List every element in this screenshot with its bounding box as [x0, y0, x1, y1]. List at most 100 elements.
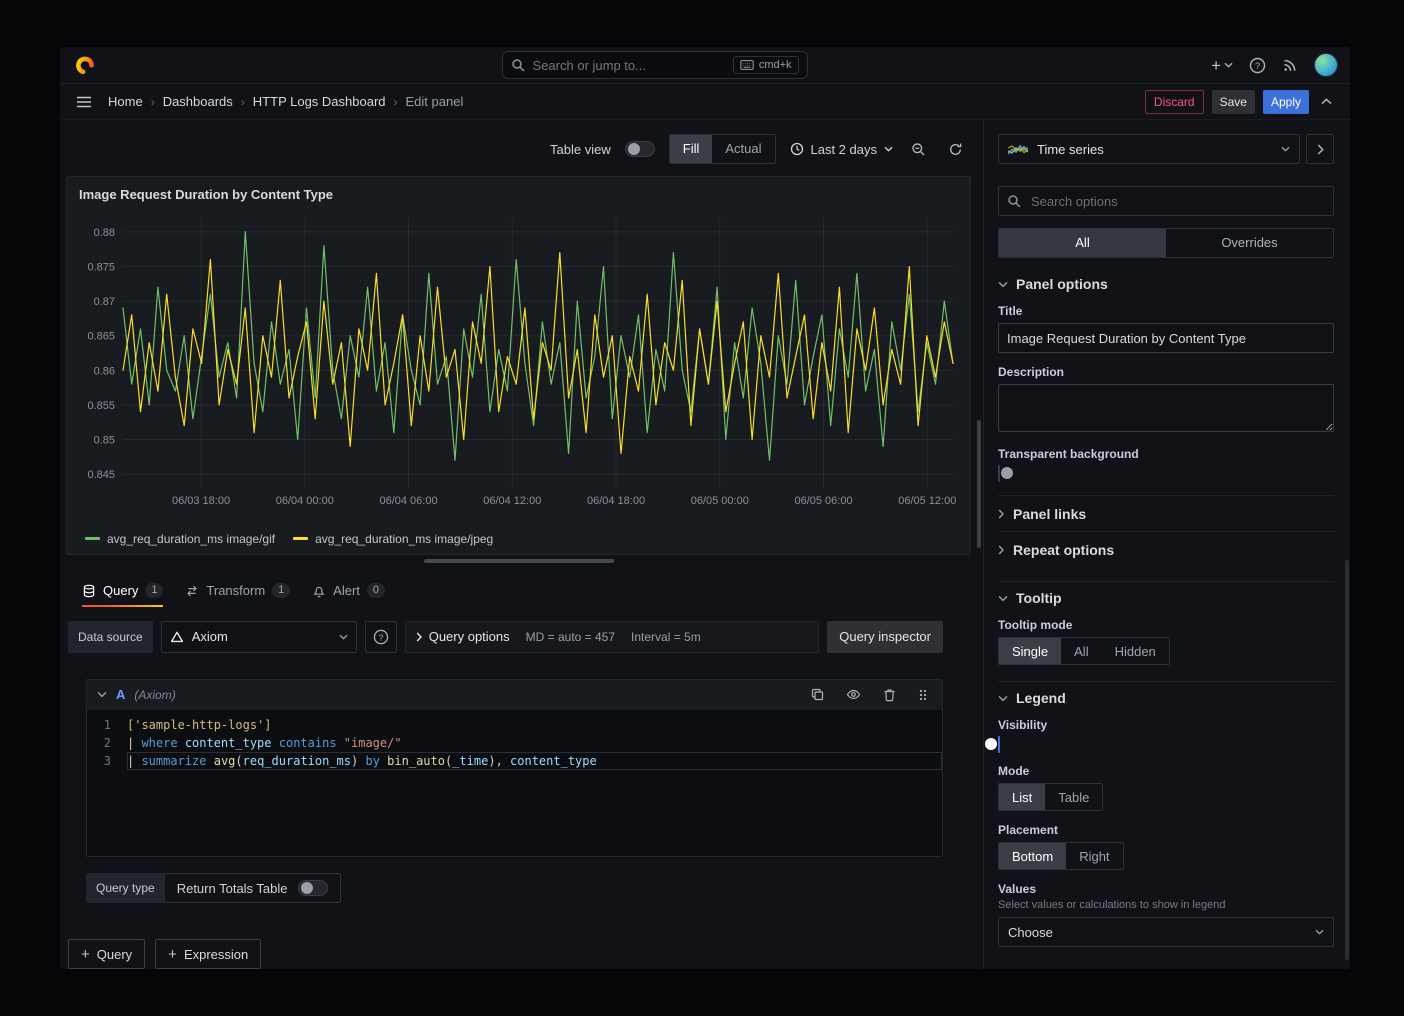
transparent-background-toggle[interactable]: [998, 465, 1000, 482]
panel-options-header[interactable]: Panel options: [998, 276, 1334, 292]
breadcrumb-dashboards[interactable]: Dashboards: [163, 94, 233, 109]
panel-title-input[interactable]: [998, 323, 1334, 353]
options-pane: Time series All Overrides Pa: [983, 120, 1350, 969]
delete-query-button[interactable]: [879, 684, 900, 706]
refresh-icon: [948, 142, 963, 157]
query-code-editor[interactable]: 1['sample-http-logs']2| where content_ty…: [87, 710, 942, 857]
grafana-window: Search or jump to... cmd+k + ?: [60, 47, 1350, 969]
chevron-right-icon: [998, 509, 1004, 519]
tab-transform[interactable]: Transform 1: [185, 575, 290, 607]
refresh-button[interactable]: [944, 138, 967, 161]
menu-button[interactable]: [74, 93, 94, 111]
legend-mode-list[interactable]: List: [999, 784, 1045, 810]
legend-item[interactable]: avg_req_duration_ms image/jpeg: [293, 532, 493, 546]
transform-icon: [185, 584, 199, 598]
new-button[interactable]: +: [1211, 57, 1233, 74]
tab-overrides[interactable]: Overrides: [1166, 229, 1333, 257]
totals-toggle-label: Return Totals Table: [177, 881, 288, 896]
legend-section-header[interactable]: Legend: [998, 690, 1334, 706]
datasource-help-button[interactable]: ?: [365, 621, 397, 653]
tab-all[interactable]: All: [999, 229, 1166, 257]
code-line: 2| where content_type contains "image/": [87, 734, 942, 752]
values-label: Values: [998, 882, 1334, 896]
breadcrumb-home[interactable]: Home: [108, 94, 143, 109]
svg-text:?: ?: [1255, 61, 1260, 71]
datasource-name: Axiom: [192, 629, 331, 644]
drag-query-handle[interactable]: [914, 684, 932, 706]
collapse-options-button[interactable]: [1306, 134, 1334, 164]
visualization-name: Time series: [1037, 142, 1272, 157]
search-icon: [511, 58, 525, 72]
svg-text:0.86: 0.86: [94, 365, 115, 377]
chevron-right-icon: [998, 545, 1004, 555]
legend-item[interactable]: avg_req_duration_ms image/gif: [85, 532, 275, 546]
table-view-toggle[interactable]: [625, 141, 655, 157]
discard-button[interactable]: Discard: [1145, 90, 1204, 114]
tab-alert-label: Alert: [333, 583, 360, 598]
help-button[interactable]: ?: [1249, 57, 1266, 74]
vertical-scrollbar-thumb[interactable]: [977, 420, 981, 548]
breadcrumb-dashboard-name[interactable]: HTTP Logs Dashboard: [253, 94, 386, 109]
plus-icon: +: [168, 947, 177, 962]
chevron-down-icon: [998, 281, 1008, 288]
tab-alert[interactable]: Alert 0: [312, 575, 385, 607]
hamburger-icon: [76, 95, 92, 109]
description-field[interactable]: [998, 384, 1334, 432]
grip-icon: [918, 688, 928, 702]
options-scrollbar-thumb[interactable]: [1345, 560, 1349, 960]
time-range-picker[interactable]: Last 2 days: [790, 142, 894, 157]
keyboard-icon: [740, 60, 754, 70]
tab-query[interactable]: Query 1: [82, 575, 163, 607]
help-icon: ?: [1249, 57, 1266, 74]
repeat-options-section[interactable]: Repeat options: [998, 531, 1334, 567]
placement-bottom[interactable]: Bottom: [999, 843, 1066, 869]
legend-placement-group: Bottom Right: [998, 842, 1124, 870]
fill-option[interactable]: Fill: [670, 135, 713, 163]
placement-right[interactable]: Right: [1066, 843, 1122, 869]
options-search-input[interactable]: [1029, 193, 1325, 210]
apply-button[interactable]: Apply: [1263, 90, 1309, 114]
query-options-toggle[interactable]: Query options: [416, 629, 510, 644]
options-search[interactable]: [998, 186, 1334, 216]
collapse-top-button[interactable]: [1317, 94, 1336, 109]
search-input[interactable]: Search or jump to... cmd+k: [502, 51, 808, 79]
query-ref-id[interactable]: A: [116, 687, 125, 702]
duplicate-query-button[interactable]: [807, 684, 828, 705]
actual-option[interactable]: Actual: [712, 135, 774, 163]
horizontal-scrollbar-thumb[interactable]: [424, 559, 614, 563]
add-expression-label: Expression: [184, 947, 248, 962]
add-expression-button[interactable]: + Expression: [155, 939, 261, 969]
legend-values-select[interactable]: Choose: [998, 917, 1334, 947]
tooltip-section-header[interactable]: Tooltip: [998, 590, 1334, 606]
query-inspector-button[interactable]: Query inspector: [827, 621, 943, 653]
query-options-strip: Query options MD = auto = 457 Interval =…: [405, 621, 820, 653]
user-avatar[interactable]: [1314, 53, 1338, 77]
tab-alert-badge: 0: [367, 583, 385, 598]
hide-query-button[interactable]: [842, 683, 865, 706]
legend-label-jpeg: avg_req_duration_ms image/jpeg: [315, 532, 493, 546]
grafana-logo[interactable]: [72, 52, 98, 78]
search-icon: [1007, 194, 1021, 208]
add-query-button[interactable]: + Query: [68, 939, 145, 969]
legend-mode-table[interactable]: Table: [1045, 784, 1102, 810]
legend-mode-group: List Table: [998, 783, 1103, 811]
visualization-picker[interactable]: Time series: [998, 134, 1300, 164]
tooltip-mode-all[interactable]: All: [1061, 638, 1101, 664]
add-row: + Query + Expression: [68, 939, 971, 969]
legend-visibility-toggle[interactable]: [998, 736, 1000, 753]
tooltip-mode-hidden[interactable]: Hidden: [1102, 638, 1169, 664]
tooltip-mode-single[interactable]: Single: [999, 638, 1061, 664]
save-button[interactable]: Save: [1212, 90, 1255, 114]
chevron-down-icon[interactable]: [97, 691, 107, 698]
zoom-out-button[interactable]: [907, 138, 930, 161]
datasource-picker[interactable]: Axiom: [161, 621, 357, 653]
description-label: Description: [998, 365, 1334, 379]
query-type-label: Query type: [86, 873, 165, 903]
panel-links-section[interactable]: Panel links: [998, 495, 1334, 531]
news-button[interactable]: [1282, 57, 1298, 73]
time-series-chart[interactable]: 0.8450.850.8550.860.8650.870.8750.8806/0…: [77, 208, 960, 530]
placement-label: Placement: [998, 823, 1334, 837]
fill-actual-group: Fill Actual: [669, 134, 776, 164]
return-totals-toggle[interactable]: [298, 880, 328, 896]
datasource-row: Data source Axiom ?: [68, 621, 943, 653]
